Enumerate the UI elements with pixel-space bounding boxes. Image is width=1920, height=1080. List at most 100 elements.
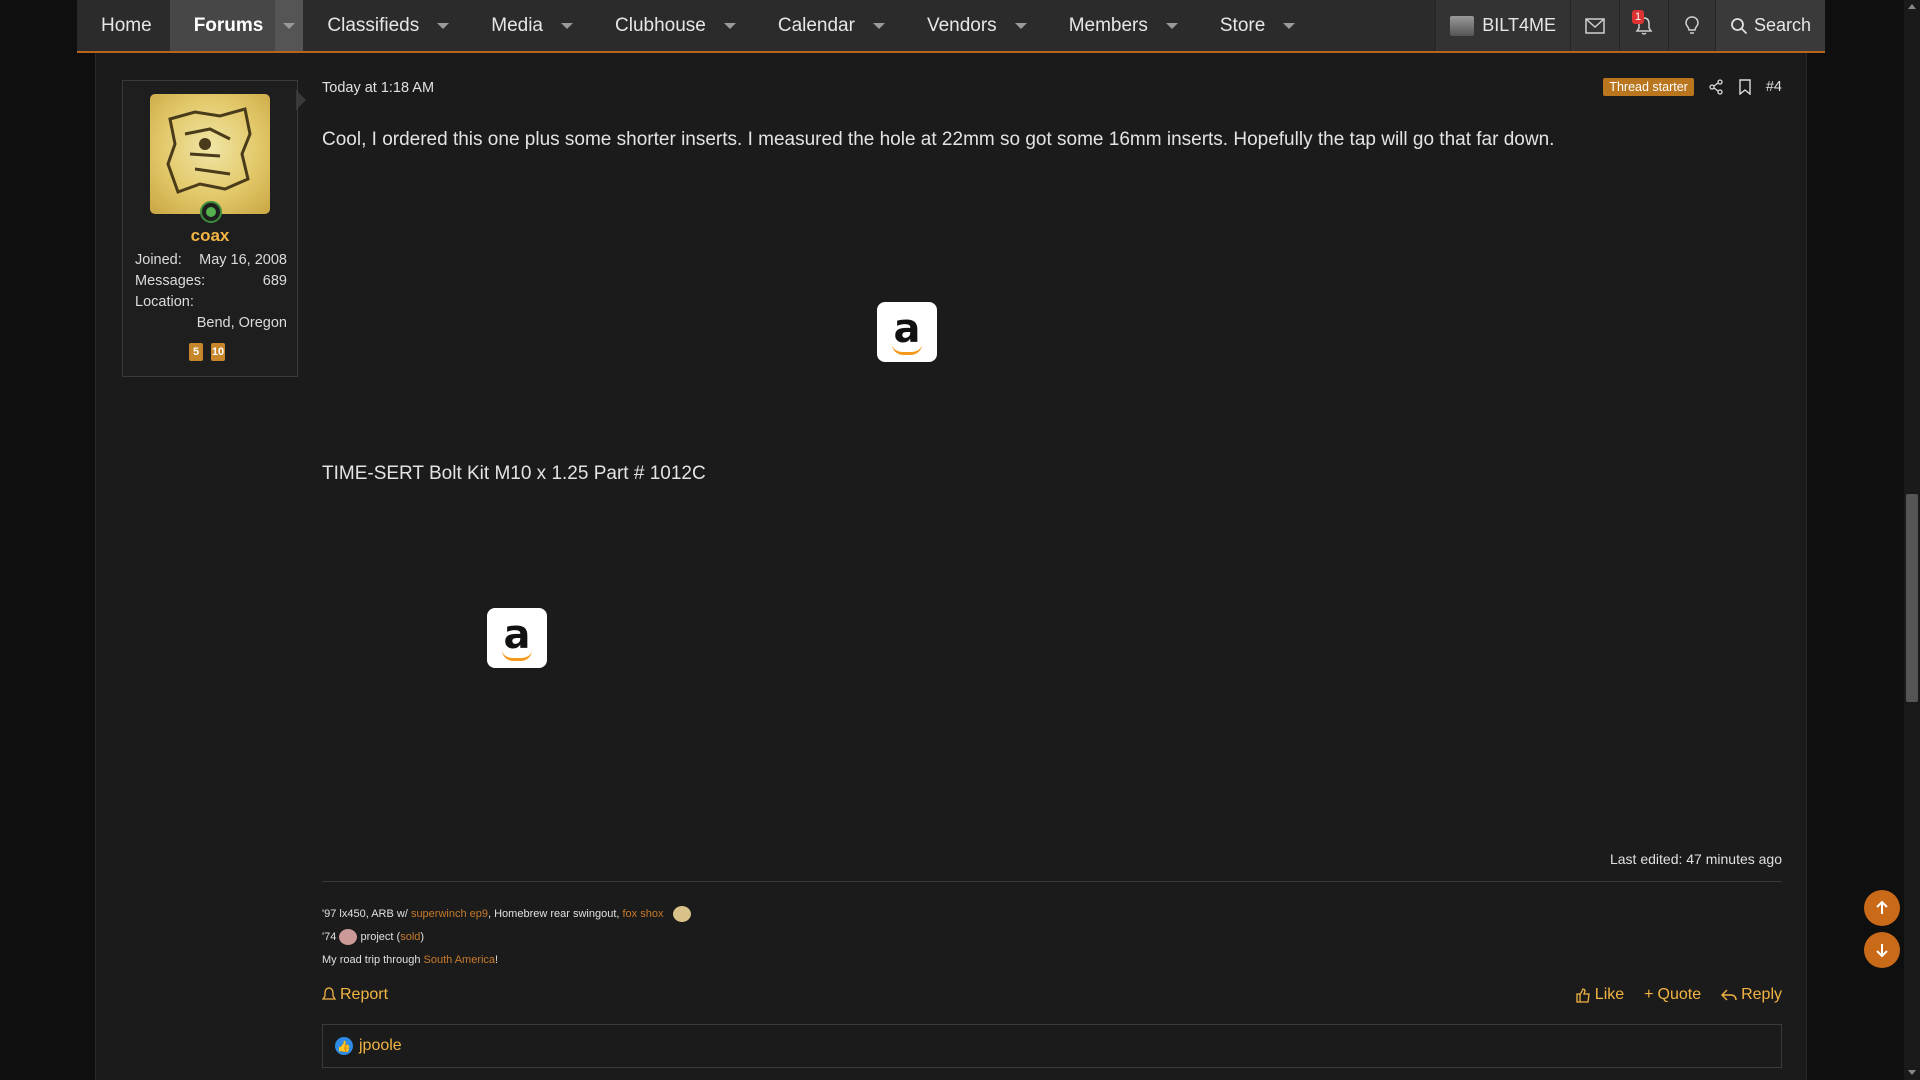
location-value-row: Bend, Oregon bbox=[135, 315, 287, 331]
reply-button[interactable]: Reply bbox=[1721, 986, 1782, 1004]
sig-text: '74 bbox=[322, 931, 340, 943]
reaction-user[interactable]: jpoole bbox=[359, 1037, 402, 1055]
amazon-a-glyph: a bbox=[503, 611, 531, 658]
product-title: TIME-SERT Bolt Kit M10 x 1.25 Part # 101… bbox=[322, 463, 706, 484]
nav-classifieds-label: Classifieds bbox=[327, 14, 420, 36]
report-button[interactable]: Report bbox=[322, 986, 388, 1004]
plus-icon: + bbox=[1644, 986, 1654, 1003]
joined-row: Joined: May 16, 2008 bbox=[135, 252, 287, 268]
like-button[interactable]: Like bbox=[1575, 986, 1624, 1004]
amazon-logo-icon[interactable]: a bbox=[487, 608, 547, 668]
last-edited[interactable]: Last edited: 47 minutes ago bbox=[1610, 851, 1782, 867]
amazon-smile bbox=[892, 344, 922, 355]
scrollbar-thumb[interactable] bbox=[1906, 494, 1918, 702]
envelope-icon bbox=[1585, 17, 1605, 34]
quote-button[interactable]: + Quote bbox=[1644, 986, 1701, 1004]
joined-value: May 16, 2008 bbox=[199, 252, 287, 268]
chevron-down-icon[interactable] bbox=[437, 22, 450, 29]
avatar[interactable] bbox=[150, 94, 270, 214]
inbox-button[interactable] bbox=[1569, 0, 1619, 51]
messages-row: Messages: 689 bbox=[135, 273, 287, 289]
author-username[interactable]: coax bbox=[123, 226, 297, 246]
nav-home-label: Home bbox=[101, 14, 152, 36]
chevron-down-icon[interactable] bbox=[1165, 22, 1178, 29]
messages-label: Messages: bbox=[135, 273, 206, 289]
search-icon bbox=[1731, 17, 1748, 34]
sig-link[interactable]: fox shox bbox=[623, 908, 664, 920]
post-actions: Like + Quote Reply bbox=[1575, 986, 1782, 1004]
chevron-down-icon[interactable] bbox=[561, 22, 573, 29]
bulldog-icon bbox=[339, 929, 358, 946]
post-main: Today at 1:18 AM Thread starter #4 Cool,… bbox=[322, 78, 1782, 1080]
scrollbar[interactable] bbox=[1904, 0, 1920, 1080]
nav-calendar-label: Calendar bbox=[777, 14, 855, 36]
arrow-down-icon bbox=[1876, 944, 1888, 958]
post-date[interactable]: Today at 1:18 AM bbox=[322, 80, 434, 96]
nav-members[interactable]: Members bbox=[1045, 0, 1196, 51]
signature: '97 lx450, ARB w/ superwinch ep9, Homebr… bbox=[322, 903, 691, 972]
user-menu[interactable]: BILT4ME bbox=[1435, 0, 1570, 51]
bookmark-icon[interactable] bbox=[1738, 79, 1752, 95]
nav-store[interactable]: Store bbox=[1196, 0, 1313, 51]
sig-text: '97 lx450, ARB w/ bbox=[322, 908, 411, 920]
thumbs-up-icon bbox=[1576, 988, 1590, 1003]
scroll-down-button[interactable] bbox=[1864, 932, 1900, 968]
user-card-arrow bbox=[296, 90, 306, 110]
reactions-bar: 👍 jpoole bbox=[322, 1024, 1782, 1068]
trophy-icon[interactable]: 10 bbox=[211, 343, 225, 361]
nav-media[interactable]: Media bbox=[467, 0, 591, 51]
reply-icon bbox=[1721, 989, 1737, 1001]
post-body-text: Cool, I ordered this one plus some short… bbox=[322, 129, 1555, 150]
reply-label: Reply bbox=[1741, 986, 1782, 1003]
post-footer: Report Like + Quote Reply bbox=[322, 986, 1782, 1004]
sig-text: My road trip through bbox=[322, 954, 424, 966]
share-icon[interactable] bbox=[1708, 79, 1724, 95]
sig-link[interactable]: superwinch ep9 bbox=[411, 908, 488, 920]
trophy-icon[interactable]: 5 bbox=[189, 343, 203, 361]
chevron-down-icon[interactable] bbox=[872, 22, 885, 29]
scroll-down-arrow-icon[interactable] bbox=[1908, 1070, 1916, 1075]
nav-classifieds[interactable]: Classifieds bbox=[303, 0, 467, 51]
chevron-down-icon[interactable] bbox=[1014, 22, 1027, 29]
like-reaction-icon: 👍 bbox=[335, 1037, 353, 1055]
alerts-button[interactable]: 1 bbox=[1618, 0, 1668, 51]
nav-forums-label: Forums bbox=[193, 14, 264, 36]
chevron-down-icon[interactable] bbox=[1283, 22, 1296, 29]
sig-link[interactable]: South America bbox=[424, 954, 496, 966]
user-name: BILT4ME bbox=[1482, 15, 1556, 35]
nav-clubhouse[interactable]: Clubhouse bbox=[591, 0, 754, 51]
sig-text: ) bbox=[420, 931, 425, 943]
nav-vendors-label: Vendors bbox=[926, 14, 997, 36]
nav-calendar[interactable]: Calendar bbox=[754, 0, 903, 51]
like-label: Like bbox=[1594, 986, 1625, 1003]
nav-store-label: Store bbox=[1219, 14, 1266, 36]
scroll-up-button[interactable] bbox=[1864, 890, 1900, 926]
location-row: Location: bbox=[135, 294, 287, 310]
signature-line-1: '97 lx450, ARB w/ superwinch ep9, Homebr… bbox=[322, 903, 691, 926]
amazon-logo-icon[interactable]: a bbox=[877, 302, 937, 362]
signature-divider bbox=[322, 881, 1782, 882]
search-button[interactable]: Search bbox=[1714, 0, 1825, 51]
whats-new-button[interactable] bbox=[1667, 0, 1715, 51]
nav-vendors[interactable]: Vendors bbox=[903, 0, 1045, 51]
location-value: Bend, Oregon bbox=[196, 315, 287, 331]
post-number[interactable]: #4 bbox=[1766, 79, 1782, 95]
sig-link[interactable]: sold bbox=[400, 931, 420, 943]
chevron-down-icon[interactable] bbox=[723, 22, 736, 29]
smiley-icon bbox=[672, 906, 691, 923]
avatar bbox=[1450, 15, 1475, 36]
alerts-badge: 1 bbox=[1631, 10, 1645, 24]
quote-label: Quote bbox=[1657, 986, 1702, 1003]
nav-forums[interactable]: Forums bbox=[169, 0, 304, 51]
nav-home[interactable]: Home bbox=[77, 0, 170, 51]
messages-value: 689 bbox=[262, 273, 287, 289]
report-label: Report bbox=[340, 986, 389, 1003]
thread-starter-badge: Thread starter bbox=[1603, 78, 1694, 96]
nav-forums-dropdown[interactable] bbox=[275, 0, 304, 51]
chevron-down-icon bbox=[283, 22, 296, 29]
scroll-up-arrow-icon[interactable] bbox=[1908, 4, 1916, 9]
sig-text: ! bbox=[495, 954, 499, 966]
location-label: Location: bbox=[135, 294, 194, 310]
amazon-a-glyph: a bbox=[893, 305, 921, 352]
post: coax Joined: May 16, 2008 Messages: 689 Lo… bbox=[120, 78, 1782, 1080]
